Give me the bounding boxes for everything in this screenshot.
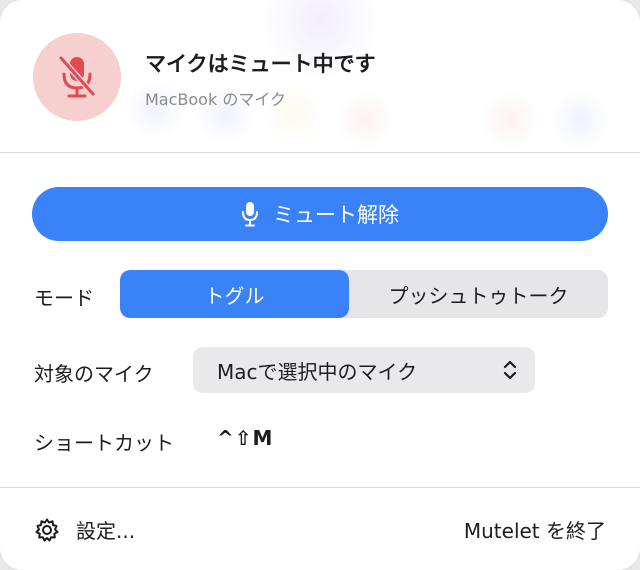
status-title: マイクはミュート中です [145,52,376,76]
mode-label: モード [34,286,94,310]
shortcut-label: ショートカット [34,431,174,455]
settings-button[interactable]: 設定... [34,515,135,544]
header-divider [0,152,640,153]
footer-divider [0,487,640,488]
shortcut-keys[interactable]: ^⇧M [217,426,273,450]
unmute-button[interactable]: ミュート解除 [32,187,608,241]
settings-label: 設定... [76,519,136,543]
chevron-up-down-icon [503,360,517,380]
target-mic-select[interactable]: Macで選択中のマイク [193,347,535,393]
unmute-button-label: ミュート解除 [273,203,399,227]
mode-option-toggle[interactable]: トグル [120,270,349,318]
target-mic-value: Macで選択中のマイク [217,359,418,384]
mode-segmented-control: トグル プッシュトゥトーク [120,270,608,318]
gear-icon [35,518,59,541]
status-header: マイクはミュート中です MacBook のマイク [0,0,640,152]
muted-mic-badge [33,33,121,121]
device-subtitle: MacBook のマイク [145,90,286,109]
mode-option-push-to-talk[interactable]: プッシュトゥトーク [349,270,608,318]
mic-icon [242,202,258,227]
target-mic-label: 対象のマイク [34,362,154,386]
quit-button[interactable]: Mutelet を終了 [464,515,606,544]
mutelet-popover: マイクはミュート中です MacBook のマイク ミュート解除 モード トグル … [0,0,640,570]
mic-muted-icon [58,55,96,98]
